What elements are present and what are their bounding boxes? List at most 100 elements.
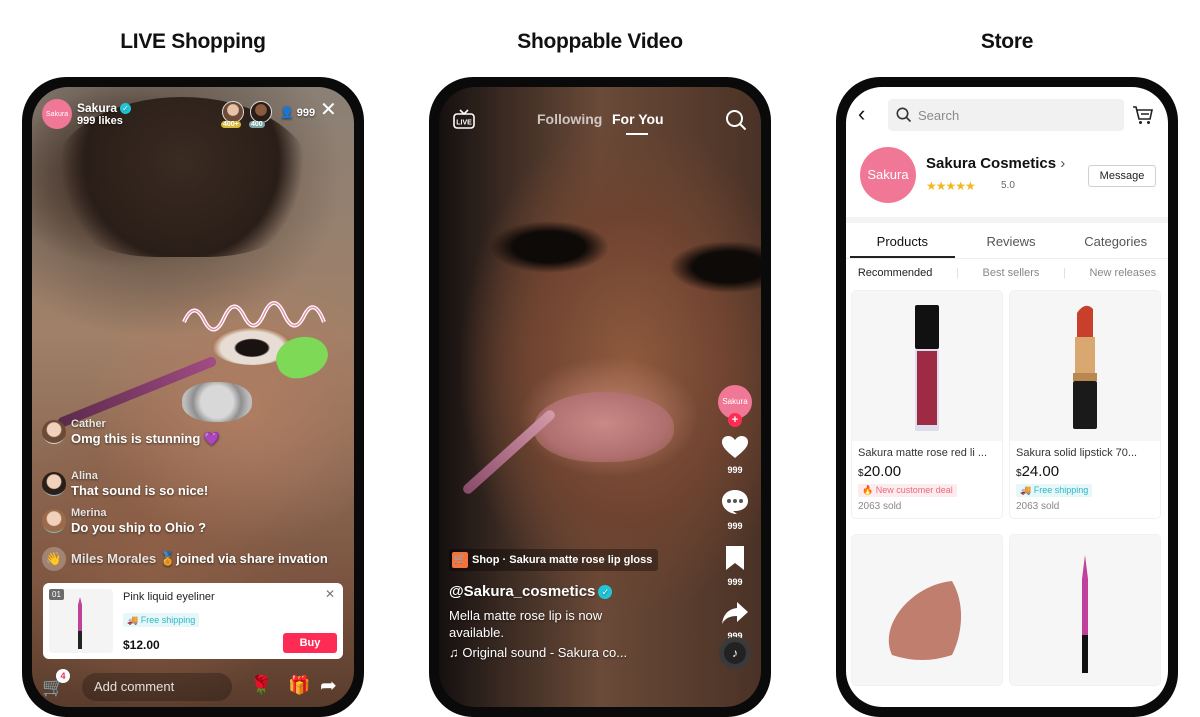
active-tab-indicator <box>626 133 648 135</box>
live-icon-label: LIVE <box>456 120 472 127</box>
tab-categories[interactable]: Categories <box>1063 227 1168 258</box>
product-image <box>852 291 1002 441</box>
join-text: joined via share invation <box>176 551 328 566</box>
back-chevron-icon[interactable]: ‹ <box>858 103 865 125</box>
product-card[interactable] <box>852 535 1002 685</box>
sound-info[interactable]: ♫ Original sound - Sakura co... <box>449 645 627 660</box>
live-stream-screen: Sakura Sakura ✓ 999 likes 400+ 400 👤 999 … <box>32 87 354 707</box>
heart-icon <box>722 436 748 458</box>
comment-icon <box>722 490 748 514</box>
viewer-count[interactable]: 👤 999 <box>280 106 315 119</box>
add-comment-input[interactable]: Add comment <box>82 673 232 701</box>
free-shipping-label: Free shipping <box>140 615 196 625</box>
comment-button[interactable]: 999 <box>721 489 749 531</box>
chevron-right-icon: › <box>1060 155 1066 172</box>
sound-title: Original sound - Sakura co... <box>462 645 628 660</box>
price-value: 20.00 <box>863 463 902 480</box>
search-input[interactable]: Search <box>888 99 1124 131</box>
rating-stars: ★★★★★ <box>926 179 976 193</box>
chat-message: Merina Do you ship to Ohio ? <box>42 506 206 536</box>
bookmark-count: 999 <box>727 577 743 587</box>
search-icon <box>896 107 912 123</box>
filter-best-sellers[interactable]: Best sellers <box>983 267 1040 279</box>
close-icon[interactable]: ✕ <box>320 100 337 120</box>
phone-live-shopping: Sakura Sakura ✓ 999 likes 400+ 400 👤 999 … <box>22 77 364 717</box>
video-feed-screen: LIVE Following For You Sakura + 999 999 9… <box>439 87 761 707</box>
store-name[interactable]: Sakura Cosmetics › <box>926 155 1065 172</box>
product-title: Sakura matte rose red li ... <box>858 447 987 459</box>
host-name: Sakura <box>77 100 118 115</box>
cart-icon[interactable] <box>1132 105 1154 130</box>
filter-recommended[interactable]: Recommended <box>858 267 933 279</box>
tab-for-you[interactable]: For You <box>612 111 664 127</box>
search-placeholder: Search <box>918 107 960 123</box>
tab-following[interactable]: Following <box>537 111 602 127</box>
shop-product-tag[interactable]: 🛒 Shop · Sakura matte rose lip gloss <box>449 549 659 571</box>
search-icon[interactable] <box>725 109 747 136</box>
creator-avatar[interactable]: Sakura + <box>718 385 752 427</box>
product-thumbnail: 01 <box>49 589 113 653</box>
host-info[interactable]: Sakura Sakura ✓ 999 likes <box>42 99 132 129</box>
top-viewer-avatar[interactable]: 400 <box>249 101 272 128</box>
pinned-product-card[interactable]: 01 Pink liquid eyeliner 🚚 Free shipping … <box>43 583 343 659</box>
tab-reviews[interactable]: Reviews <box>959 227 1064 258</box>
person-icon: 👤 <box>280 107 294 119</box>
flame-icon: 🔥 <box>862 485 874 495</box>
message-button[interactable]: Message <box>1088 165 1156 187</box>
chat-username: Alina <box>71 470 98 482</box>
video-backdrop <box>182 301 326 332</box>
chat-text: Omg this is stunning 💜 <box>71 431 221 446</box>
live-tv-icon[interactable]: LIVE <box>453 109 475 134</box>
product-card[interactable]: Sakura solid lipstick 70... $24.00 🚚 Fre… <box>1010 291 1160 518</box>
makeup-sponge-image <box>888 581 962 660</box>
deal-label: New customer deal <box>875 485 953 495</box>
product-image <box>1010 291 1160 441</box>
shop-tag-label: Shop · Sakura matte rose lip gloss <box>472 554 653 566</box>
bookmark-button[interactable]: 999 <box>724 545 746 587</box>
product-card[interactable] <box>1010 535 1160 685</box>
section-divider <box>846 217 1168 223</box>
price-value: 24.00 <box>1021 463 1060 480</box>
tab-products[interactable]: Products <box>850 227 955 258</box>
video-caption: Mella matte rose lip is now available. <box>449 608 603 640</box>
music-note-icon: ♫ <box>449 645 459 660</box>
chat-username: Merina <box>71 507 107 519</box>
share-icon[interactable]: ➦ <box>320 673 337 698</box>
filter-new-releases[interactable]: New releases <box>1089 267 1156 279</box>
like-button[interactable]: 999 <box>721 435 749 475</box>
free-shipping-tag: 🚚 Free shipping <box>1016 484 1093 497</box>
phone-store: ‹ Search Sakura Sakura Cosmetics › ★★★★★… <box>836 77 1178 717</box>
store-name-text: Sakura Cosmetics <box>926 155 1057 172</box>
chat-text: Do you ship to Ohio ? <box>71 520 207 535</box>
chat-username: Cather <box>71 418 106 430</box>
buy-button[interactable]: Buy <box>283 633 337 653</box>
product-price: $20.00 <box>852 459 1002 480</box>
rose-gift-icon[interactable]: 🌹 <box>250 675 272 696</box>
chat-avatar <box>42 472 66 496</box>
gift-icon[interactable]: 🎁 <box>288 675 310 696</box>
chat-avatar <box>42 509 66 533</box>
product-card[interactable]: Sakura matte rose red li ... $20.00 🔥 Ne… <box>852 291 1002 518</box>
music-disc-icon[interactable]: ♪ <box>719 637 751 669</box>
bookmark-icon <box>726 546 744 570</box>
rating-value: 5.0 <box>1001 180 1015 191</box>
share-button[interactable]: 999 <box>721 601 749 641</box>
phone-shoppable-video: LIVE Following For You Sakura + 999 999 9… <box>429 77 771 717</box>
top-viewer-avatar[interactable]: 400+ <box>221 101 244 128</box>
host-avatar[interactable]: Sakura <box>42 99 72 129</box>
creator-handle[interactable]: @Sakura_cosmetics ✓ <box>449 583 613 600</box>
product-image <box>852 535 1002 685</box>
free-shipping-tag: 🚚 Free shipping <box>123 613 200 627</box>
close-icon[interactable]: ✕ <box>325 587 335 601</box>
store-avatar[interactable]: Sakura <box>860 147 916 203</box>
store-top-bar: ‹ Search <box>846 97 1168 137</box>
section-title-store: Store <box>980 30 1034 53</box>
shop-cart-icon: 🛒 <box>452 552 468 568</box>
like-count: 999 <box>727 465 743 475</box>
follow-plus-icon[interactable]: + <box>728 413 742 427</box>
product-title: Sakura solid lipstick 70... <box>1016 447 1138 459</box>
medal-icon: 🏅 <box>159 551 177 566</box>
product-price: $12.00 <box>123 638 160 652</box>
viewer-count-value: 999 <box>296 107 316 119</box>
lip-gloss-image <box>915 305 939 431</box>
